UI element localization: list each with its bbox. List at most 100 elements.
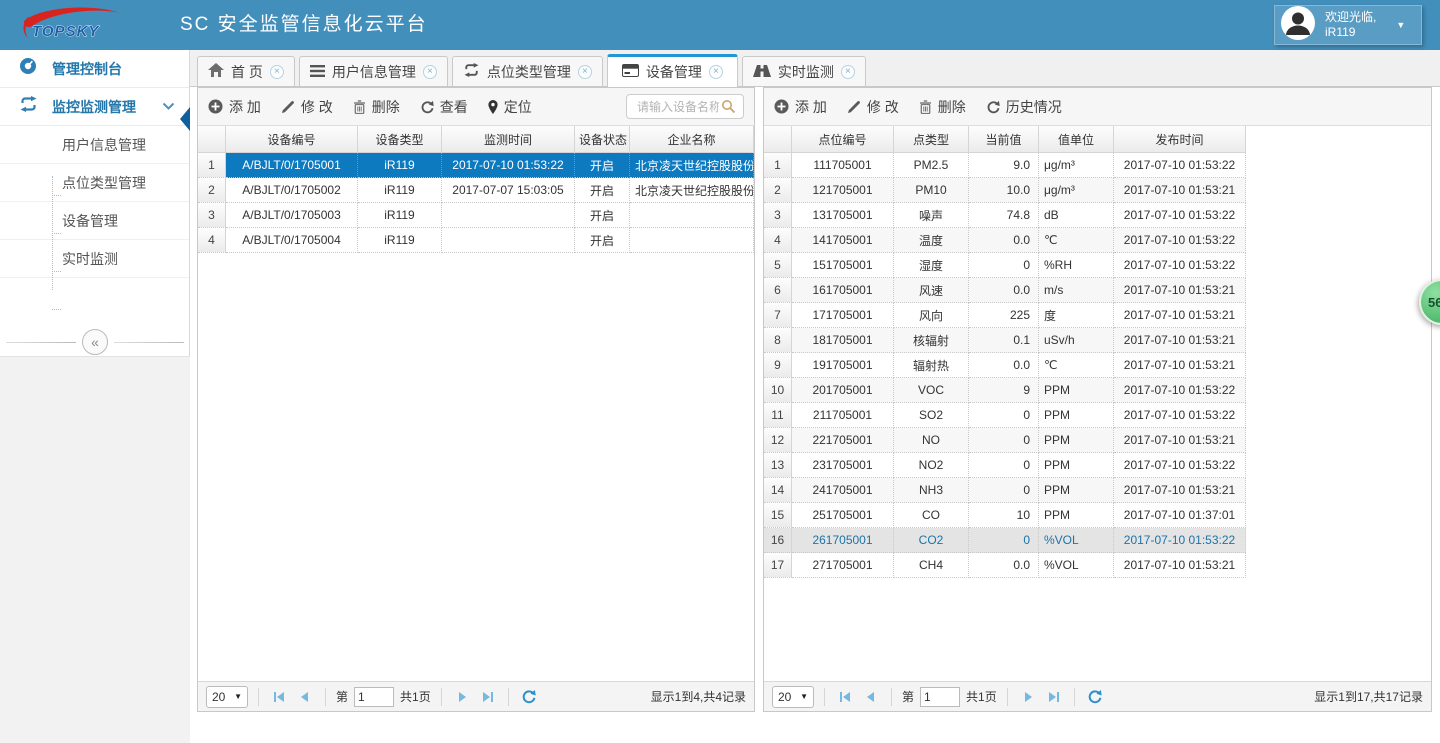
table-cell[interactable]: 2017-07-10 01:53:22 [1114, 153, 1246, 178]
table-cell[interactable]: iR119 [358, 178, 442, 203]
table-cell[interactable]: %VOL [1039, 528, 1114, 553]
table-cell[interactable]: VOC [894, 378, 969, 403]
table-cell[interactable]: 风速 [894, 278, 969, 303]
table-cell[interactable]: 风向 [894, 303, 969, 328]
row-number-cell[interactable]: 2 [198, 178, 226, 203]
sidebar-item-console[interactable]: 管理控制台 [0, 50, 189, 88]
page-size-select[interactable]: 20 ▼ [772, 686, 814, 708]
row-number-cell[interactable]: 15 [764, 503, 792, 528]
sidebar-item-point-type[interactable]: 点位类型管理 [0, 164, 189, 202]
table-cell[interactable]: 2017-07-10 01:53:21 [1114, 353, 1246, 378]
column-header[interactable] [764, 126, 792, 153]
locate-button[interactable]: 定位 [488, 97, 532, 117]
table-cell[interactable]: 2017-07-10 01:53:22 [442, 153, 575, 178]
table-cell[interactable]: 开启 [575, 153, 630, 178]
table-cell[interactable]: 北京凌天世纪控股股份有限公司 [630, 153, 754, 178]
table-cell[interactable]: 2017-07-10 01:53:21 [1114, 328, 1246, 353]
close-icon[interactable]: × [709, 65, 723, 79]
table-cell[interactable]: 湿度 [894, 253, 969, 278]
edit-button[interactable]: 修 改 [281, 97, 333, 117]
table-cell[interactable]: PPM [1039, 403, 1114, 428]
table-cell[interactable]: NO [894, 428, 969, 453]
table-cell[interactable]: 2017-07-10 01:53:21 [1114, 278, 1246, 303]
close-icon[interactable]: × [423, 65, 437, 79]
table-cell[interactable] [630, 228, 754, 253]
column-header[interactable]: 点类型 [894, 126, 969, 153]
table-cell[interactable]: 2017-07-10 01:53:21 [1114, 478, 1246, 503]
row-number-cell[interactable]: 10 [764, 378, 792, 403]
table-cell[interactable]: A/BJLT/0/1705001 [226, 153, 358, 178]
table-cell[interactable]: 噪声 [894, 203, 969, 228]
first-page-button[interactable] [269, 687, 289, 707]
table-cell[interactable]: 温度 [894, 228, 969, 253]
tab-home[interactable]: 首 页 × [197, 56, 295, 86]
column-header[interactable]: 发布时间 [1114, 126, 1246, 153]
table-cell[interactable]: ℃ [1039, 353, 1114, 378]
row-number-cell[interactable]: 11 [764, 403, 792, 428]
table-cell[interactable]: 核辐射 [894, 328, 969, 353]
table-cell[interactable]: 225 [969, 303, 1039, 328]
table-cell[interactable]: 0 [969, 403, 1039, 428]
table-row[interactable]: 1111705001PM2.59.0μg/m³2017-07-10 01:53:… [764, 153, 1246, 178]
column-header[interactable] [198, 126, 226, 153]
table-cell[interactable]: CO2 [894, 528, 969, 553]
table-cell[interactable]: 2017-07-10 01:53:22 [1114, 403, 1246, 428]
row-number-cell[interactable]: 17 [764, 553, 792, 578]
column-header[interactable]: 点位编号 [792, 126, 894, 153]
table-cell[interactable]: NO2 [894, 453, 969, 478]
table-cell[interactable]: PPM [1039, 478, 1114, 503]
table-cell[interactable]: 161705001 [792, 278, 894, 303]
table-cell[interactable]: NH3 [894, 478, 969, 503]
table-cell[interactable]: 0.0 [969, 553, 1039, 578]
table-cell[interactable]: 2017-07-10 01:53:22 [1114, 453, 1246, 478]
reload-button[interactable] [1085, 687, 1105, 707]
table-cell[interactable]: PM2.5 [894, 153, 969, 178]
table-cell[interactable]: dB [1039, 203, 1114, 228]
table-cell[interactable]: 0 [969, 478, 1039, 503]
table-cell[interactable] [442, 228, 575, 253]
table-cell[interactable]: 10 [969, 503, 1039, 528]
table-cell[interactable]: 201705001 [792, 378, 894, 403]
last-page-button[interactable] [1044, 687, 1064, 707]
table-cell[interactable]: 2017-07-10 01:53:22 [1114, 253, 1246, 278]
row-number-cell[interactable]: 16 [764, 528, 792, 553]
table-cell[interactable]: PPM [1039, 378, 1114, 403]
table-cell[interactable]: 2017-07-10 01:53:22 [1114, 228, 1246, 253]
collapse-sidebar-button[interactable]: « [82, 329, 108, 355]
column-header[interactable]: 设备编号 [226, 126, 358, 153]
table-row[interactable]: 15251705001CO10PPM2017-07-10 01:37:01 [764, 503, 1246, 528]
column-header[interactable]: 设备类型 [358, 126, 442, 153]
prev-page-button[interactable] [861, 687, 881, 707]
table-cell[interactable]: 2017-07-10 01:37:01 [1114, 503, 1246, 528]
row-number-cell[interactable]: 1 [198, 153, 226, 178]
table-row[interactable]: 9191705001辐射热0.0℃2017-07-10 01:53:21 [764, 353, 1246, 378]
row-number-cell[interactable]: 7 [764, 303, 792, 328]
table-cell[interactable]: CH4 [894, 553, 969, 578]
table-cell[interactable]: 9 [969, 378, 1039, 403]
table-row[interactable]: 12221705001NO0PPM2017-07-10 01:53:21 [764, 428, 1246, 453]
delete-button[interactable]: 删除 [353, 97, 400, 117]
table-row[interactable]: 16261705001CO20%VOL2017-07-10 01:53:22 [764, 528, 1246, 553]
table-row[interactable]: 13231705001NO20PPM2017-07-10 01:53:22 [764, 453, 1246, 478]
row-number-cell[interactable]: 12 [764, 428, 792, 453]
table-cell[interactable]: 121705001 [792, 178, 894, 203]
table-cell[interactable]: PPM [1039, 503, 1114, 528]
table-cell[interactable]: 231705001 [792, 453, 894, 478]
table-cell[interactable]: μg/m³ [1039, 153, 1114, 178]
row-number-cell[interactable]: 3 [198, 203, 226, 228]
close-icon[interactable]: × [841, 65, 855, 79]
search-input[interactable] [635, 99, 721, 115]
row-number-cell[interactable]: 6 [764, 278, 792, 303]
table-cell[interactable]: 2017-07-10 01:53:21 [1114, 178, 1246, 203]
table-cell[interactable]: CO [894, 503, 969, 528]
page-number-input[interactable] [920, 687, 960, 707]
table-cell[interactable]: PPM [1039, 453, 1114, 478]
table-cell[interactable]: 北京凌天世纪控股股份有限公司 [630, 178, 754, 203]
table-cell[interactable]: 0.0 [969, 353, 1039, 378]
history-button[interactable]: 历史情况 [986, 97, 1062, 117]
table-cell[interactable]: PM10 [894, 178, 969, 203]
tab-realtime[interactable]: 实时监测 × [742, 56, 866, 86]
table-cell[interactable]: A/BJLT/0/1705002 [226, 178, 358, 203]
delete-button[interactable]: 删除 [919, 97, 966, 117]
table-row[interactable]: 3131705001噪声74.8dB2017-07-10 01:53:22 [764, 203, 1246, 228]
